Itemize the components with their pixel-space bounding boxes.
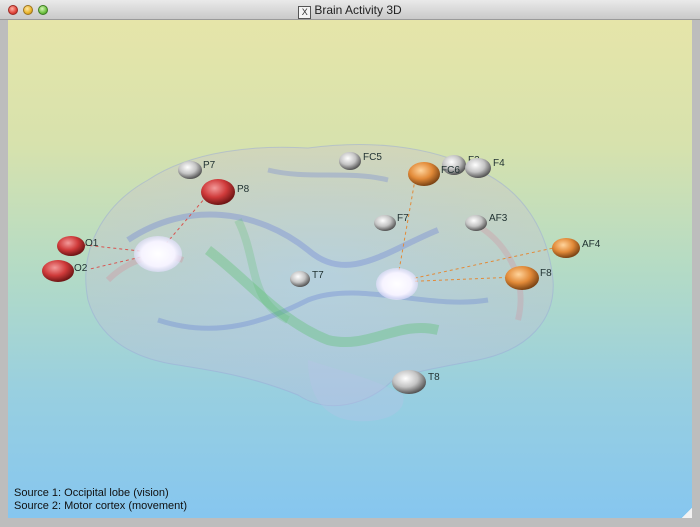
electrode-label-o2: O2: [74, 263, 88, 274]
electrode-p7: [178, 161, 202, 179]
electrode-label-fc6: FC6: [441, 165, 460, 176]
electrode-t8: [392, 370, 426, 394]
electrode-label-fc5: FC5: [363, 152, 382, 163]
electrode-fc6: [408, 162, 440, 186]
x11-app-icon: X: [298, 6, 312, 19]
source-legend: Source 1: Occipital lobe (vision) Source…: [14, 487, 187, 513]
electrode-label-o1: O1: [85, 238, 99, 249]
title-bar[interactable]: X Brain Activity 3D: [0, 0, 700, 20]
source-1-occipital-marker: [134, 236, 182, 272]
electrode-label-af3: AF3: [489, 213, 508, 224]
electrode-p8: [201, 179, 235, 205]
window-title-text: Brain Activity 3D: [314, 3, 402, 17]
electrode-t7: [290, 271, 310, 287]
brain-scene: P7 P8 O1 O2 FC5 F3 FC6 F4 F7 AF3: [42, 143, 601, 422]
legend-source-1: Source 1: Occipital lobe (vision): [14, 487, 169, 499]
electrode-label-f4: F4: [493, 158, 505, 169]
electrode-o1: [57, 236, 85, 256]
electrode-label-t8: T8: [428, 372, 440, 383]
electrode-f4: [465, 158, 491, 178]
electrode-label-p8: P8: [237, 184, 250, 195]
electrode-af3: [465, 215, 487, 231]
electrode-label-t7: T7: [312, 270, 324, 281]
electrode-label-f7: F7: [397, 213, 409, 224]
electrode-label-p7: P7: [203, 160, 216, 171]
electrode-f7: [374, 215, 396, 231]
brain-model: [85, 143, 554, 422]
electrode-o2: [42, 260, 74, 282]
legend-source-2: Source 2: Motor cortex (movement): [14, 500, 188, 512]
resize-grip[interactable]: [682, 508, 692, 518]
electrode-label-af4: AF4: [582, 239, 601, 250]
app-window: X Brain Activity 3D P7 P8 O1 O2 FC5 FC6 …: [0, 0, 700, 527]
3d-viewport[interactable]: P7 P8 O1 O2 FC5 F3 FC6 F4 F7 AF3: [8, 20, 692, 518]
electrode-label-f8: F8: [540, 268, 552, 279]
electrode-fc5: [339, 152, 361, 170]
window-title: X Brain Activity 3D: [0, 3, 700, 19]
source-2-motor-marker: [376, 268, 418, 300]
electrode-f8: [505, 266, 539, 290]
electrode-af4: [552, 238, 580, 258]
